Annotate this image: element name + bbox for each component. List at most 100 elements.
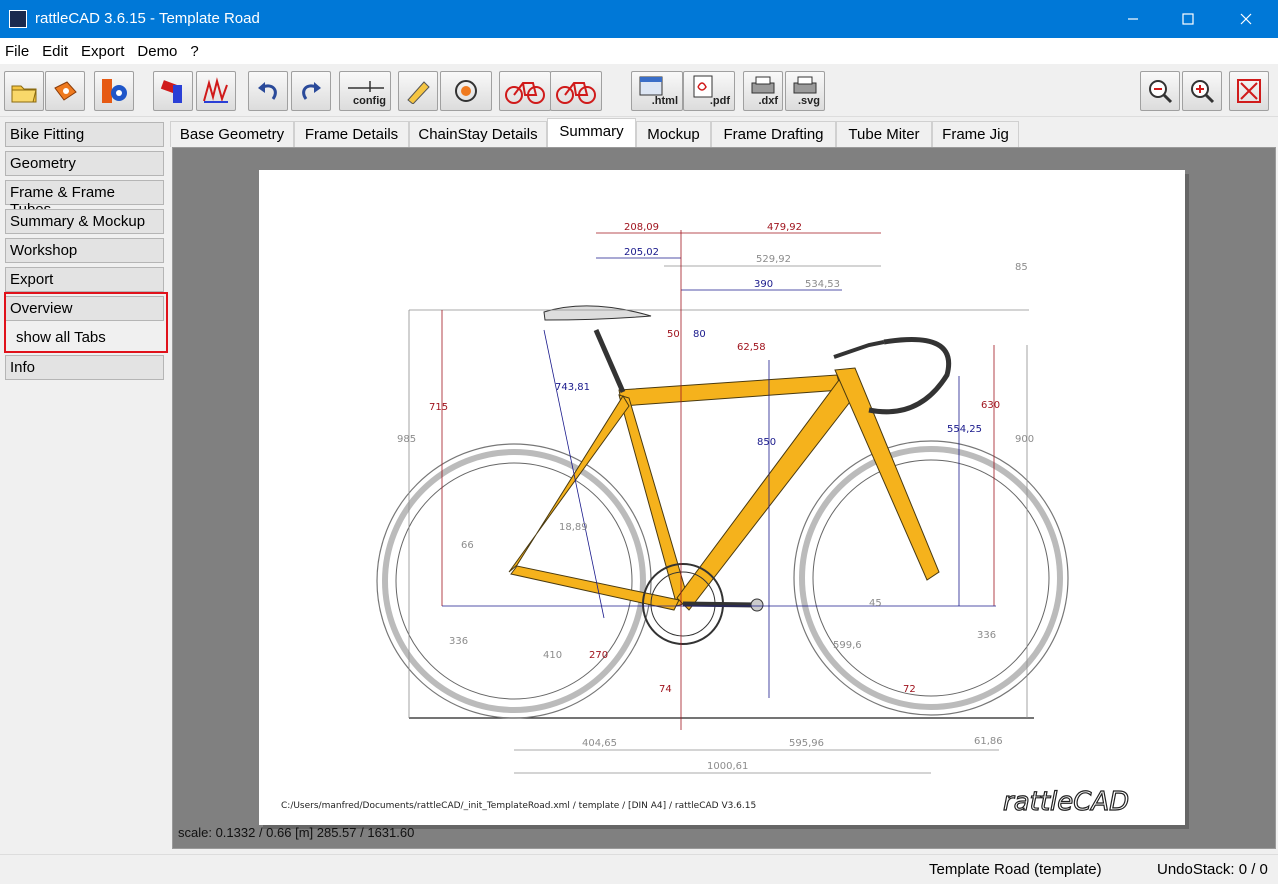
sidebar-item-frame-tubes[interactable]: Frame & Frame Tubes: [5, 180, 164, 218]
graph-icon: [203, 77, 228, 103]
menu-edit[interactable]: Edit: [42, 43, 68, 60]
tab-frame-drafting[interactable]: Frame Drafting: [711, 121, 836, 147]
dim-label: 599,6: [833, 640, 862, 651]
bike-icon: [556, 82, 596, 104]
chainring-icon: [455, 80, 477, 102]
bike-icon: [505, 82, 545, 104]
drawing-sheet: 208,09 479,92 205,02 529,92 534,53 390 8…: [259, 170, 1185, 825]
dim-label: 80: [693, 329, 706, 340]
folder-icon: [11, 85, 37, 103]
dim-label: 270: [589, 650, 608, 661]
undo-button[interactable]: [248, 71, 288, 111]
sidebar-item-export[interactable]: Export: [5, 267, 164, 292]
dim-label: 336: [977, 630, 996, 641]
config-icon: [348, 81, 384, 92]
redo-icon: [302, 82, 321, 100]
tab-frame-details[interactable]: Frame Details: [294, 121, 409, 147]
sidebar-item-summary-mockup[interactable]: Summary & Mockup: [5, 209, 164, 234]
dim-label: 18,89: [559, 522, 588, 533]
config-button[interactable]: config: [339, 71, 391, 111]
chart-button[interactable]: [196, 71, 236, 111]
bike-view-button[interactable]: [499, 71, 551, 111]
sidebar-item-info[interactable]: Info: [5, 355, 164, 380]
status-bar: Template Road (template) UndoStack: 0 / …: [0, 854, 1278, 884]
menu-file[interactable]: File: [5, 43, 29, 60]
zoom-out-button[interactable]: [1140, 71, 1180, 111]
zoom-in-button[interactable]: [1182, 71, 1222, 111]
redo-button[interactable]: [291, 71, 331, 111]
save-file-button[interactable]: [45, 71, 85, 111]
dim-label: 1000,61: [707, 761, 748, 772]
tab-frame-jig[interactable]: Frame Jig: [932, 121, 1019, 147]
dim-label: 985: [397, 434, 416, 445]
drawing-canvas[interactable]: 208,09 479,92 205,02 529,92 534,53 390 8…: [172, 147, 1276, 849]
menu-export[interactable]: Export: [81, 43, 124, 60]
undo-icon: [258, 82, 277, 100]
export-svg-button[interactable]: .svg: [785, 71, 825, 111]
bike-drawing: 208,09 479,92 205,02 529,92 534,53 390 8…: [281, 222, 1130, 818]
open-file-button[interactable]: [4, 71, 44, 111]
menu-demo[interactable]: Demo: [137, 43, 177, 60]
tab-summary[interactable]: Summary: [547, 118, 636, 147]
dim-label: 554,25: [947, 424, 982, 435]
dim-label: 205,02: [624, 247, 659, 258]
document-name: Template Road (template): [929, 861, 1102, 878]
dim-label: 85: [1015, 262, 1028, 273]
rendering-button[interactable]: [398, 71, 438, 111]
close-button[interactable]: [1223, 0, 1269, 38]
dim-label: 595,96: [789, 738, 824, 749]
dim-label: 715: [429, 402, 448, 413]
dim-label: 72: [903, 684, 916, 695]
sidebar: Bike Fitting Geometry Frame & Frame Tube…: [4, 120, 168, 850]
dim-label: 404,65: [582, 738, 617, 749]
app-icon: [9, 10, 27, 28]
drawing-footer: C:/Users/manfred/Documents/rattleCAD/_in…: [281, 801, 756, 811]
dim-label: 50: [667, 329, 680, 340]
dim-label: 74: [659, 684, 672, 695]
dim-label: 45: [869, 598, 882, 609]
overview-highlight: [4, 292, 168, 353]
undo-stack: UndoStack: 0 / 0: [1157, 861, 1268, 878]
zoom-fit-button[interactable]: [1229, 71, 1269, 111]
tab-base-geometry[interactable]: Base Geometry: [170, 121, 294, 147]
minimize-button[interactable]: [1110, 0, 1156, 38]
dimension-lines: [408, 230, 1029, 774]
rear-wheel: [376, 443, 652, 719]
tab-chainstay-details[interactable]: ChainStay Details: [409, 121, 547, 147]
dim-label: 61,86: [974, 736, 1003, 747]
dim-label: 390: [754, 279, 773, 290]
tube-miter-button[interactable]: [153, 71, 193, 111]
dim-label: 534,53: [805, 279, 840, 290]
scale-readout: scale: 0.1332 / 0.66 [m] 285.57 / 1631.6…: [178, 825, 415, 840]
sidebar-item-geometry[interactable]: Geometry: [5, 151, 164, 176]
sidebar-item-workshop[interactable]: Workshop: [5, 238, 164, 263]
menu-bar: File Edit Export Demo ?: [0, 38, 1278, 64]
dim-label: 62,58: [737, 342, 766, 353]
maximize-button[interactable]: [1165, 0, 1211, 38]
export-dxf-button[interactable]: .dxf: [743, 71, 783, 111]
tab-tube-miter[interactable]: Tube Miter: [836, 121, 932, 147]
export-html-button[interactable]: .html: [631, 71, 683, 111]
dim-label: 630: [981, 400, 1000, 411]
gear-icon: [102, 79, 127, 103]
dim-label: 850: [757, 437, 776, 448]
title-bar: rattleCAD 3.6.15 - Template Road: [0, 0, 1278, 38]
tab-mockup[interactable]: Mockup: [636, 121, 711, 147]
fit-icon: [1237, 79, 1261, 103]
export-pdf-button[interactable]: .pdf: [683, 71, 735, 111]
dim-label: 479,92: [767, 222, 802, 233]
dim-label: 336: [449, 636, 468, 647]
frame-settings-button[interactable]: [94, 71, 134, 111]
dim-label: 208,09: [624, 222, 659, 233]
pencil-icon: [407, 81, 430, 104]
component-button[interactable]: [440, 71, 492, 111]
dim-label: 529,92: [756, 254, 791, 265]
dimension-labels: 208,09 479,92 205,02 529,92 534,53 390 8…: [397, 222, 1034, 772]
zoom-out-icon: [1149, 80, 1173, 104]
menu-help[interactable]: ?: [190, 43, 198, 60]
bike-mockup-button[interactable]: [550, 71, 602, 111]
toolbar: config .html .pdf .dxf .svg: [0, 67, 1278, 117]
save-icon: [54, 81, 77, 101]
sidebar-item-bike-fitting[interactable]: Bike Fitting: [5, 122, 164, 147]
dim-label: 900: [1015, 434, 1034, 445]
